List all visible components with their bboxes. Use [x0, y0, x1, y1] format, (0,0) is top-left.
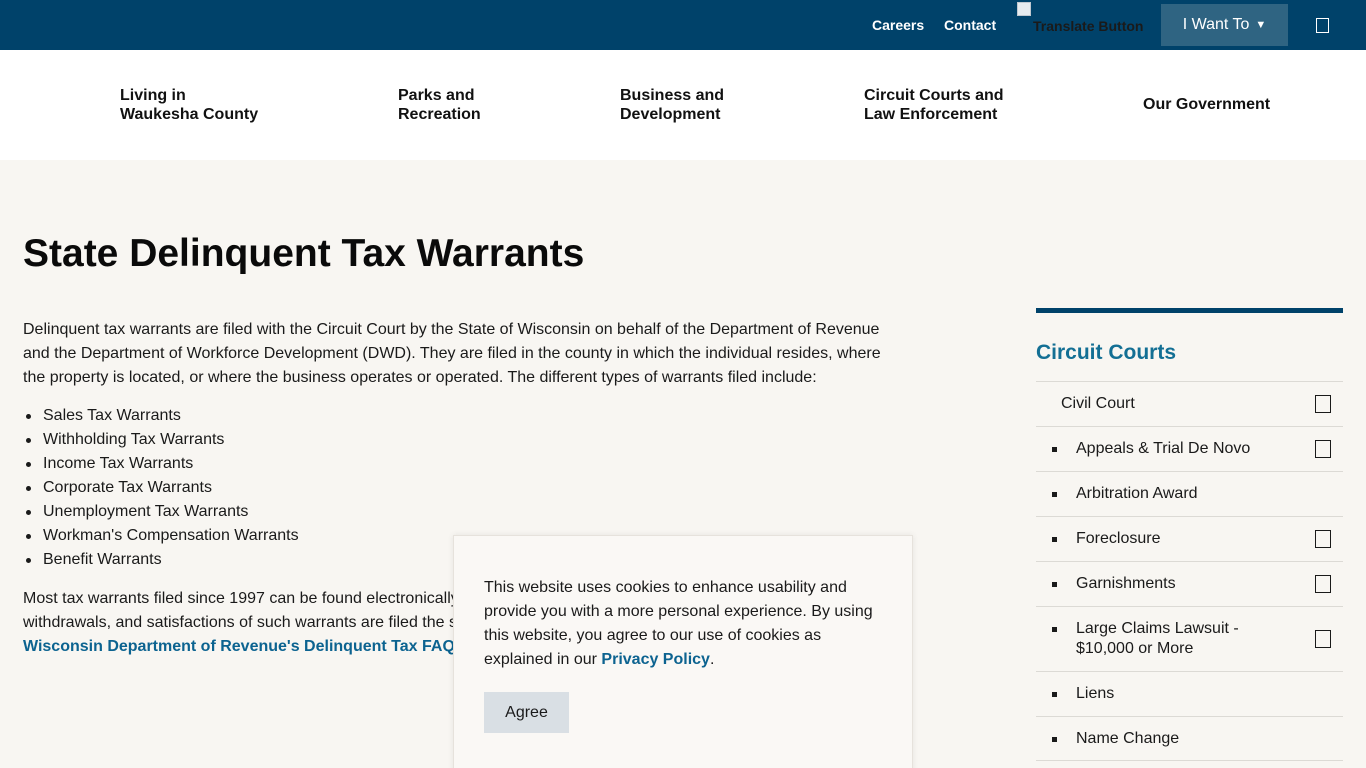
sidebar-item-foreclosure[interactable]: Foreclosure [1036, 516, 1343, 561]
nav-item-business[interactable]: Business and Development [620, 86, 724, 124]
translate-button[interactable]: Translate Button [1017, 2, 1147, 42]
expand-toggle-icon[interactable] [1315, 440, 1331, 458]
sidebar-item-label-line2: $10,000 or More [1076, 640, 1194, 657]
nav-item-government[interactable]: Our Government [1143, 95, 1270, 114]
sidebar-item-large-claims[interactable]: Large Claims Lawsuit - $10,000 or More [1036, 606, 1343, 671]
nav-label-line2: Development [620, 106, 721, 123]
nav-label-line1: Our Government [1143, 96, 1271, 113]
main-navigation: Living in Waukesha County Parks and Recr… [0, 50, 1366, 160]
list-item: Income Tax Warrants [26, 452, 299, 476]
list-item: Sales Tax Warrants [26, 404, 299, 428]
nav-label-line1: Parks and [398, 87, 475, 104]
nav-label-line2: Recreation [398, 106, 481, 123]
sidebar-item-name-change[interactable]: Name Change [1036, 716, 1343, 761]
nav-label-line2: Waukesha County [120, 106, 259, 123]
cookie-consent-banner: This website uses cookies to enhance usa… [453, 535, 913, 768]
menu-icon[interactable] [1316, 18, 1329, 33]
broken-image-icon [1017, 2, 1031, 16]
caret-down-icon: ▼ [1255, 19, 1267, 31]
cookie-period: . [709, 651, 715, 668]
sidebar-item-label: Garnishments [1076, 575, 1176, 592]
agree-button[interactable]: Agree [484, 692, 569, 733]
warrant-types-list: Sales Tax Warrants Withholding Tax Warra… [26, 404, 299, 572]
bullet-square-icon [1052, 492, 1057, 497]
translate-alt-text: Translate Button [1033, 18, 1144, 34]
list-item: Benefit Warrants [26, 548, 299, 572]
sidebar-top-rule [1036, 308, 1343, 313]
privacy-policy-link[interactable]: Privacy Policy [601, 651, 710, 668]
sidebar-item-label: Name Change [1076, 730, 1180, 747]
bullet-square-icon [1052, 582, 1057, 587]
expand-toggle-icon[interactable] [1315, 630, 1331, 648]
nav-label-line1: Business and [620, 87, 725, 104]
nav-label-line1: Living in [120, 87, 186, 104]
bullet-square-icon [1052, 737, 1057, 742]
list-item: Unemployment Tax Warrants [26, 500, 299, 524]
nav-item-courts[interactable]: Circuit Courts and Law Enforcement [864, 86, 1004, 124]
sidebar-title: Circuit Courts [1036, 341, 1177, 364]
page-title: State Delinquent Tax Warrants [23, 232, 585, 275]
list-item: Workman's Compensation Warrants [26, 524, 299, 548]
sidebar-item-label: Foreclosure [1076, 530, 1161, 547]
bullet-square-icon [1052, 692, 1057, 697]
sidebar-item-civil-court[interactable]: Civil Court [1036, 381, 1343, 426]
list-item: Corporate Tax Warrants [26, 476, 299, 500]
sidebar-item-label: Liens [1076, 685, 1115, 702]
expand-toggle-icon[interactable] [1315, 575, 1331, 593]
nav-label-line2: Law Enforcement [864, 106, 998, 123]
contact-link[interactable]: Contact [944, 17, 996, 33]
cookie-message: This website uses cookies to enhance usa… [484, 576, 889, 672]
sidebar: Circuit Courts Civil Court Appeals & Tri… [1036, 308, 1343, 761]
intro-paragraph: Delinquent tax warrants are filed with t… [23, 321, 881, 386]
expand-toggle-icon[interactable] [1315, 395, 1331, 413]
sidebar-item-label-line1: Large Claims Lawsuit - [1076, 620, 1239, 637]
sidebar-item-label: Civil Court [1061, 395, 1135, 412]
list-item: Withholding Tax Warrants [26, 428, 299, 452]
i-want-to-label: I Want To [1182, 16, 1250, 33]
sidebar-item-label: Arbitration Award [1076, 485, 1198, 502]
i-want-to-button[interactable]: I Want To ▼ [1161, 4, 1288, 46]
nav-item-living[interactable]: Living in Waukesha County [120, 86, 258, 124]
delinquent-tax-faq-link[interactable]: Wisconsin Department of Revenue's Delinq… [23, 638, 455, 655]
sidebar-item-label: Large Claims Lawsuit - $10,000 or More [1076, 619, 1239, 659]
sidebar-item-liens[interactable]: Liens [1036, 671, 1343, 716]
careers-link[interactable]: Careers [872, 17, 924, 33]
nav-label-line1: Circuit Courts and [864, 87, 1004, 104]
bullet-square-icon [1052, 447, 1057, 452]
sidebar-item-garnishments[interactable]: Garnishments [1036, 561, 1343, 606]
sidebar-item-label: Appeals & Trial De Novo [1076, 440, 1251, 457]
top-utility-bar: Careers Contact Translate Button I Want … [0, 0, 1366, 50]
bullet-square-icon [1052, 627, 1057, 632]
sidebar-item-arbitration[interactable]: Arbitration Award [1036, 471, 1343, 516]
bullet-square-icon [1052, 537, 1057, 542]
expand-toggle-icon[interactable] [1315, 530, 1331, 548]
nav-item-parks[interactable]: Parks and Recreation [398, 86, 481, 124]
sidebar-item-appeals[interactable]: Appeals & Trial De Novo [1036, 426, 1343, 471]
